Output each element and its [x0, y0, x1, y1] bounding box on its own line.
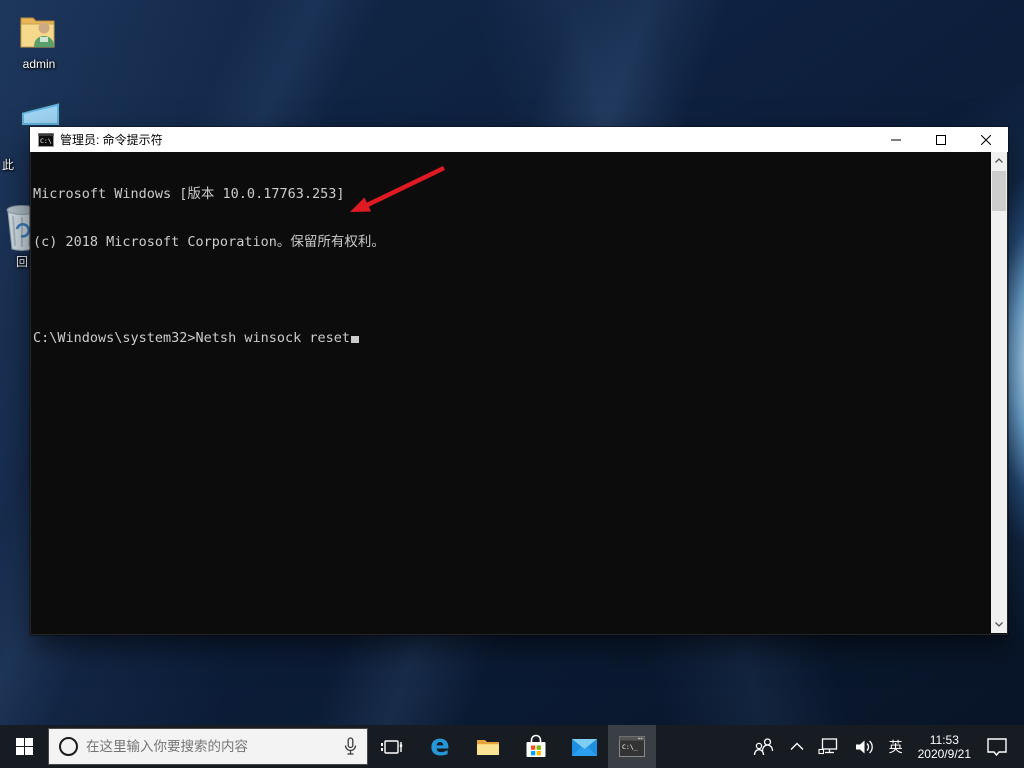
ime-label: 英 — [889, 737, 903, 757]
system-tray: 英 11:53 2020/9/21 — [745, 725, 1024, 768]
console-line: Microsoft Windows [版本 10.0.17763.253] — [33, 186, 989, 202]
start-button[interactable] — [0, 725, 48, 768]
console-prompt-line: C:\Windows\system32>Netsh winsock reset_ — [33, 330, 989, 346]
ime-indicator[interactable]: 英 — [882, 725, 910, 768]
console-output: Microsoft Windows [版本 10.0.17763.253] (c… — [33, 154, 989, 378]
scrollbar-thumb[interactable] — [992, 171, 1006, 211]
desktop-icon-label: admin — [0, 57, 78, 71]
console-scrollbar[interactable] — [991, 152, 1007, 633]
taskbar-search-box[interactable] — [48, 728, 368, 765]
user-folder-icon — [17, 12, 61, 52]
console-area[interactable]: Microsoft Windows [版本 10.0.17763.253] (c… — [30, 152, 1008, 635]
cmd-taskbar-icon: C:\_ — [619, 736, 645, 757]
people-button[interactable] — [745, 725, 783, 768]
volume-button[interactable] — [847, 725, 882, 768]
close-button[interactable] — [963, 127, 1008, 152]
action-center-icon — [986, 737, 1008, 757]
mail-icon — [571, 736, 598, 758]
volume-icon — [854, 738, 875, 756]
windows-logo-icon — [16, 738, 33, 755]
cmd-app-icon: C:\ — [38, 133, 54, 147]
chevron-up-icon — [790, 742, 804, 751]
tray-date: 2020/9/21 — [918, 747, 971, 761]
maximize-icon — [936, 135, 946, 145]
tray-time: 11:53 — [918, 733, 971, 747]
action-center-button[interactable] — [979, 725, 1015, 768]
console-cursor: _ — [351, 336, 359, 343]
edge-icon: e — [430, 731, 450, 760]
scroll-up-arrow[interactable] — [991, 152, 1007, 169]
prompt-command-text: C:\Windows\system32>Netsh winsock reset — [33, 330, 350, 346]
desktop-icon-admin[interactable]: admin — [0, 12, 78, 71]
console-line: (c) 2018 Microsoft Corporation。保留所有权利。 — [33, 234, 989, 250]
this-pc-label-fragment: 此 — [2, 156, 14, 173]
maximize-button[interactable] — [918, 127, 963, 152]
store-button[interactable] — [512, 725, 560, 768]
cmd-window: C:\ 管理员: 命令提示符 Microsoft Windows [版本 10.… — [30, 127, 1008, 635]
scroll-down-arrow[interactable] — [991, 616, 1007, 633]
hidden-icons-button[interactable] — [783, 725, 811, 768]
microphone-icon[interactable] — [344, 737, 357, 757]
cmd-titlebar[interactable]: C:\ 管理员: 命令提示符 — [30, 127, 1008, 152]
cortana-icon — [59, 737, 78, 756]
file-explorer-icon — [475, 735, 501, 759]
mail-button[interactable] — [560, 725, 608, 768]
window-title: 管理员: 命令提示符 — [60, 131, 873, 148]
task-view-icon — [380, 735, 404, 759]
minimize-icon — [891, 135, 901, 145]
task-view-button[interactable] — [368, 725, 416, 768]
taskbar: e — [0, 725, 1024, 768]
svg-text:C:\_: C:\_ — [622, 743, 638, 751]
close-icon — [981, 135, 991, 145]
recycle-bin-label-fragment: 回 — [16, 253, 28, 270]
desktop-wallpaper: admin 此 回 C:\ 管理员: 命令提示符 — [0, 0, 1024, 768]
search-input[interactable] — [86, 739, 336, 754]
minimize-button[interactable] — [873, 127, 918, 152]
console-line — [33, 282, 989, 298]
cmd-taskbar-button[interactable]: C:\_ — [608, 725, 656, 768]
file-explorer-button[interactable] — [464, 725, 512, 768]
network-icon — [818, 738, 840, 756]
this-pc-icon — [20, 99, 62, 127]
clock[interactable]: 11:53 2020/9/21 — [910, 725, 979, 768]
edge-button[interactable]: e — [416, 725, 464, 768]
store-icon — [523, 734, 549, 760]
people-icon — [752, 737, 776, 757]
svg-text:C:\: C:\ — [40, 137, 52, 145]
network-button[interactable] — [811, 725, 847, 768]
